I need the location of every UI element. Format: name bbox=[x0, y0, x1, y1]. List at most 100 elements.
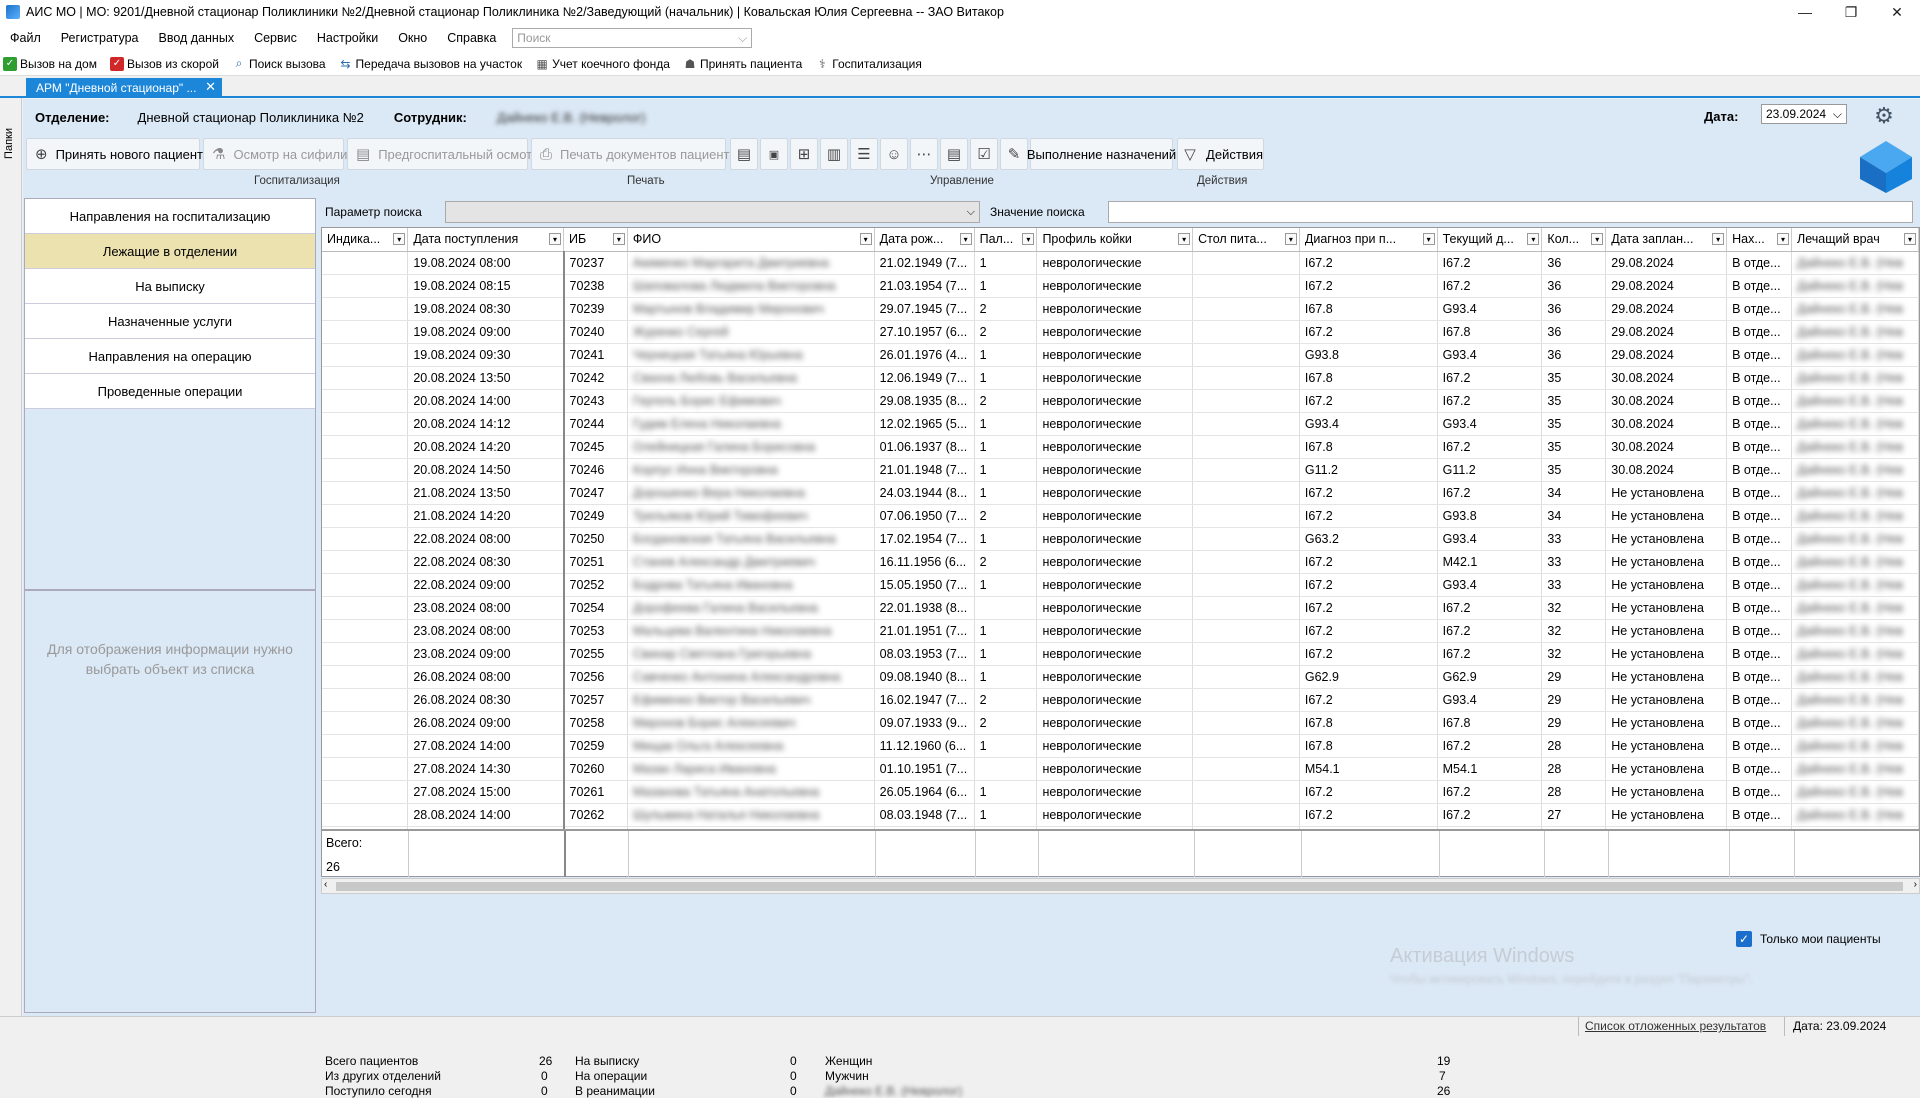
accept-new-patient-button[interactable]: ⊕ Принять нового пациента bbox=[26, 138, 210, 170]
folders-strip[interactable]: Папки bbox=[0, 98, 22, 1016]
column-header[interactable]: Лечащий врач ▾ bbox=[1791, 228, 1919, 252]
table-row[interactable]: 26.08.2024 08:30 70257 Ефименко Виктор Вас… bbox=[322, 688, 1919, 712]
gear-icon[interactable]: ⚙ bbox=[1871, 103, 1897, 129]
chevron-down-icon[interactable]: ⌵ bbox=[738, 31, 747, 46]
filter-dropdown-icon[interactable]: ▾ bbox=[1422, 233, 1435, 245]
table-row[interactable]: 26.08.2024 09:00 70258 Миронов Борис Алекс… bbox=[322, 711, 1919, 735]
column-header[interactable]: Текущий д... ▾ bbox=[1437, 228, 1543, 252]
accept-patient-button[interactable]: ☗ Принять пациента bbox=[680, 57, 803, 71]
column-header[interactable]: Дата заплан... ▾ bbox=[1605, 228, 1728, 252]
actions-dropdown-button[interactable]: ▽ Действия bbox=[1177, 138, 1264, 170]
search-value-input[interactable] bbox=[1108, 201, 1913, 223]
column-header[interactable]: Профиль койки ▾ bbox=[1036, 228, 1194, 252]
more-button[interactable]: ⋯ bbox=[910, 138, 938, 170]
filter-dropdown-icon[interactable]: ▾ bbox=[1712, 233, 1725, 245]
column-header[interactable]: Дата поступления ▾ bbox=[407, 228, 565, 252]
menu-service[interactable]: Сервис bbox=[244, 31, 307, 45]
table-row[interactable]: 20.08.2024 14:20 70245 Олейницкая Галина Б… bbox=[322, 435, 1919, 459]
syphilis-exam-button[interactable]: ⚗ Осмотр на сифилис bbox=[203, 138, 354, 170]
filter-dropdown-icon[interactable]: ▾ bbox=[859, 233, 872, 245]
filter-dropdown-icon[interactable]: ▾ bbox=[612, 233, 625, 245]
table-row[interactable]: 27.08.2024 15:00 70261 Мазанова Татьяна Ан… bbox=[322, 780, 1919, 804]
filter-dropdown-icon[interactable]: ▾ bbox=[1527, 233, 1540, 245]
bed-fund-button[interactable]: ▦ Учет коечного фонда bbox=[532, 57, 670, 71]
table-row[interactable]: 21.08.2024 14:20 70249 Трельяков Юрий Тимо… bbox=[322, 504, 1919, 528]
panel-splitter[interactable] bbox=[25, 589, 315, 591]
column-header[interactable]: Индика... ▾ bbox=[322, 228, 409, 252]
scroll-thumb[interactable] bbox=[336, 882, 1903, 891]
table-row[interactable]: 20.08.2024 14:12 70244 Гудим Елена Николае… bbox=[322, 412, 1919, 436]
table-row[interactable]: 27.08.2024 14:00 70259 Мищак Ольга Алексее… bbox=[322, 734, 1919, 758]
exec-orders-button[interactable]: Выполнение назначений bbox=[1027, 138, 1176, 170]
only-my-patients-checkbox[interactable]: ✓ Только мои пациенты bbox=[1736, 931, 1881, 947]
global-search-input[interactable]: Поиск ⌵ bbox=[512, 28, 753, 48]
filter-dropdown-icon[interactable]: ▾ bbox=[1777, 233, 1790, 245]
filter-dropdown-icon[interactable]: ▾ bbox=[1284, 233, 1297, 245]
ambulance-call-button[interactable]: ✓ Вызов из скорой bbox=[107, 56, 219, 71]
menu-settings[interactable]: Настройки bbox=[307, 31, 388, 45]
filter-dropdown-icon[interactable]: ▾ bbox=[959, 233, 972, 245]
column-header[interactable]: Пал... ▾ bbox=[974, 228, 1038, 252]
table-row[interactable]: 23.08.2024 08:00 70253 Мальцева Валентина … bbox=[322, 619, 1919, 643]
filter-dropdown-icon[interactable]: ▾ bbox=[1178, 233, 1191, 245]
column-header[interactable]: Дата рож... ▾ bbox=[874, 228, 975, 252]
column-header[interactable]: Стол пита... ▾ bbox=[1192, 228, 1300, 252]
tab-arm-day-hospital[interactable]: АРМ "Дневной стационар" ... ✕ bbox=[26, 78, 222, 98]
table-row[interactable]: 19.08.2024 09:00 70240 Журенко Сергей 27.10… bbox=[322, 320, 1919, 344]
table-row[interactable]: 21.08.2024 13:50 70247 Дорошенко Вера Нико… bbox=[322, 481, 1919, 505]
sidebar-item-services[interactable]: Назначенные услуги bbox=[25, 304, 315, 339]
print-form-button[interactable]: ▤ bbox=[730, 138, 758, 170]
transfer-calls-button[interactable]: ⇆ Передача вызовов на участок bbox=[336, 57, 523, 71]
column-header[interactable]: Нах... ▾ bbox=[1726, 228, 1793, 252]
column-header[interactable]: Диагноз при п... ▾ bbox=[1299, 228, 1438, 252]
column-header[interactable]: ИБ ▾ bbox=[563, 228, 628, 252]
filter-dropdown-icon[interactable]: ▾ bbox=[1022, 233, 1035, 245]
sidebar-item-inpatients[interactable]: Лежащие в отделении bbox=[25, 234, 315, 269]
menu-data-entry[interactable]: Ввод данных bbox=[149, 31, 245, 45]
table-row[interactable]: 22.08.2024 08:30 70251 Станев Александр Дм… bbox=[322, 550, 1919, 574]
table-row[interactable]: 28.08.2024 14:00 70262 Шульмина Наталья Ни… bbox=[322, 803, 1919, 827]
sidebar-item-surgery-referrals[interactable]: Направления на операцию bbox=[25, 339, 315, 374]
hospitalization-button[interactable]: ⚕ Госпитализация bbox=[812, 57, 922, 71]
sidebar-item-surgeries[interactable]: Проведенные операции bbox=[25, 374, 315, 409]
table-row[interactable]: 27.08.2024 14:30 70260 Мазан Лариса Иванов… bbox=[322, 757, 1919, 781]
date-picker[interactable]: 23.09.2024 ⌵ bbox=[1761, 104, 1847, 124]
close-window-icon[interactable]: ✕ bbox=[1874, 0, 1920, 24]
scroll-right-icon[interactable]: › bbox=[1914, 879, 1917, 890]
table-row[interactable]: 23.08.2024 09:00 70255 Свинар Светлана Гри… bbox=[322, 642, 1919, 666]
menu-registry[interactable]: Регистратура bbox=[51, 31, 149, 45]
table-row[interactable]: 20.08.2024 14:00 70243 Гергель Борис Ефимо… bbox=[322, 389, 1919, 413]
search-param-select[interactable]: ⌵ bbox=[445, 201, 980, 223]
table-row[interactable]: 22.08.2024 08:00 70250 Богдановская Татьян… bbox=[322, 527, 1919, 551]
menu-file[interactable]: Файл bbox=[0, 31, 51, 45]
minimize-icon[interactable]: — bbox=[1782, 0, 1828, 24]
table-row[interactable]: 19.08.2024 08:15 70238 Шаповалова Людмила … bbox=[322, 274, 1919, 298]
column-header[interactable]: ФИО ▾ bbox=[627, 228, 875, 252]
table-row[interactable]: 19.08.2024 08:00 70237 Акименко Маргарита … bbox=[322, 251, 1919, 275]
table-row[interactable]: 22.08.2024 09:00 70252 Бодрова Татьяна Ива… bbox=[322, 573, 1919, 597]
add-doc-button[interactable]: ⊞ bbox=[790, 138, 818, 170]
search-call-button[interactable]: ⌕ Поиск вызова bbox=[229, 56, 326, 71]
print-docs-button[interactable]: ⎙ Печать документов пациента bbox=[531, 138, 737, 170]
edit-list-button[interactable]: ✎ bbox=[1000, 138, 1028, 170]
close-tab-icon[interactable]: ✕ bbox=[205, 79, 216, 95]
column-header[interactable]: Кол... ▾ bbox=[1541, 228, 1607, 252]
filter-dropdown-icon[interactable]: ▾ bbox=[393, 233, 406, 245]
sidebar-item-hosp-referrals[interactable]: Направления на госпитализацию bbox=[25, 199, 315, 234]
restore-icon[interactable]: ❐ bbox=[1828, 0, 1874, 24]
table-row[interactable]: 26.08.2024 08:00 70256 Савченко Антонина А… bbox=[322, 665, 1919, 689]
table-row[interactable]: 23.08.2024 08:00 70254 Дорофеева Галина Ва… bbox=[322, 596, 1919, 620]
report-button[interactable]: ▤ bbox=[940, 138, 968, 170]
menu-help[interactable]: Справка bbox=[437, 31, 506, 45]
calendar-button[interactable]: ▣ bbox=[760, 138, 788, 170]
list-button[interactable]: ☰ bbox=[850, 138, 878, 170]
deferred-results-link[interactable]: Список отложенных результатов bbox=[1585, 1019, 1766, 1033]
table-row[interactable]: 19.08.2024 09:30 70241 Чернецкая Татьяна Ю… bbox=[322, 343, 1919, 367]
checklist-button[interactable]: ☑ bbox=[970, 138, 998, 170]
table-row[interactable]: 20.08.2024 13:50 70242 Свахна Любовь Васил… bbox=[322, 366, 1919, 390]
sidebar-item-discharge[interactable]: На выписку bbox=[25, 269, 315, 304]
table-row[interactable]: 20.08.2024 14:50 70246 Корпус Инна Викторо… bbox=[322, 458, 1919, 482]
prehospital-exam-button[interactable]: ▤ Предгоспитальный осмотр bbox=[347, 138, 539, 170]
menu-window[interactable]: Окно bbox=[388, 31, 437, 45]
badge-button[interactable]: ▥ bbox=[820, 138, 848, 170]
